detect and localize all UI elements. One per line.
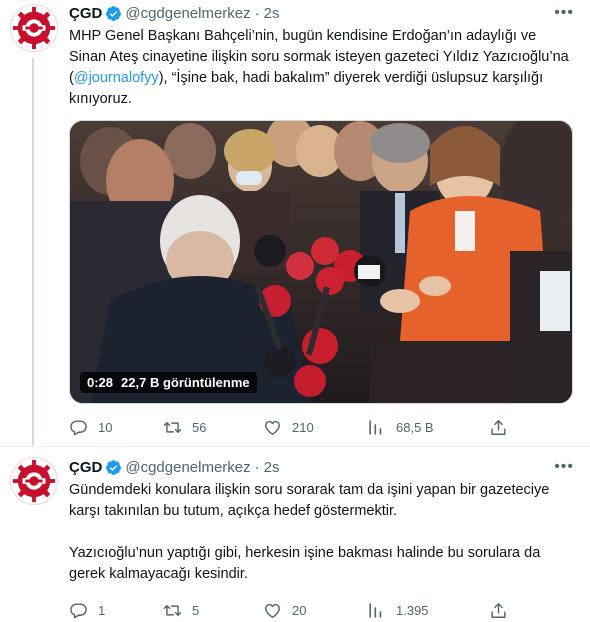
reply-icon: [69, 601, 88, 620]
share-button[interactable]: [489, 418, 518, 437]
display-name[interactable]: ÇGD: [69, 5, 102, 22]
avatar[interactable]: [10, 4, 58, 52]
views-button[interactable]: 68,5 B: [367, 418, 489, 437]
timestamp[interactable]: 2s: [264, 5, 280, 22]
reply-count: 1: [98, 602, 106, 618]
share-icon: [489, 418, 508, 437]
retweet-icon: [163, 601, 182, 620]
views-icon: [367, 418, 386, 437]
tweet-paragraph: Gündemdeki konulara ilişkin soru sorarak…: [69, 482, 550, 519]
views-button[interactable]: 1.395: [367, 601, 489, 620]
separator-dot: ·: [254, 4, 260, 22]
like-count: 210: [292, 419, 314, 435]
separator-dot: ·: [254, 458, 260, 476]
tweet-text: MHP Genel Başkanı Bahçeli’nin, bugün ken…: [69, 26, 576, 110]
views-icon: [367, 601, 386, 620]
user-handle[interactable]: @cgdgenelmerkez: [125, 459, 250, 476]
action-bar: 1 5 20 1.395: [69, 594, 576, 622]
verified-badge-icon: [105, 5, 122, 22]
retweet-count: 5: [192, 602, 200, 618]
view-count: 1.395: [396, 602, 429, 618]
like-icon: [263, 418, 282, 437]
like-icon: [263, 601, 282, 620]
verified-badge-icon: [105, 459, 122, 476]
tweet[interactable]: ÇGD @cgdgenelmerkez · 2s ••• MHP Genel B…: [0, 0, 590, 446]
retweet-button[interactable]: 5: [163, 601, 263, 620]
retweet-count: 56: [192, 419, 207, 435]
tweet[interactable]: ÇGD @cgdgenelmerkez · 2s ••• Gündemdeki …: [0, 446, 590, 622]
avatar[interactable]: [10, 457, 58, 505]
video-views: 22,7 B görüntülenme: [121, 375, 250, 390]
reply-button[interactable]: 10: [69, 418, 163, 437]
user-handle[interactable]: @cgdgenelmerkez: [125, 5, 250, 22]
retweet-icon: [163, 418, 182, 437]
like-count: 20: [292, 602, 307, 618]
action-bar: 10 56 210 68,5 B: [69, 411, 576, 443]
share-icon: [489, 601, 508, 620]
reply-count: 10: [98, 419, 113, 435]
tweet-paragraph: MHP Genel Başkanı Bahçeli’nin, bugün ken…: [69, 28, 569, 107]
video-player[interactable]: 0:28 22,7 B görüntülenme: [69, 120, 573, 404]
display-name[interactable]: ÇGD: [69, 459, 102, 476]
timestamp[interactable]: 2s: [264, 459, 280, 476]
video-duration: 0:28: [87, 375, 114, 390]
video-thumbnail: [70, 121, 572, 403]
tweet-text: Gündemdeki konulara ilişkin soru sorarak…: [69, 480, 576, 585]
reply-icon: [69, 418, 88, 437]
reply-button[interactable]: 1: [69, 601, 163, 620]
share-button[interactable]: [489, 601, 518, 620]
video-info-badge: 0:28 22,7 B görüntülenme: [80, 372, 257, 393]
thread-line: [32, 58, 34, 446]
view-count: 68,5 B: [396, 419, 434, 435]
retweet-button[interactable]: 56: [163, 418, 263, 437]
more-icon[interactable]: •••: [554, 458, 574, 476]
like-button[interactable]: 210: [263, 418, 367, 437]
cgd-logo-icon: [11, 458, 57, 504]
tweet-header: ÇGD @cgdgenelmerkez · 2s: [69, 2, 576, 24]
more-icon[interactable]: •••: [554, 4, 574, 22]
tweet-header: ÇGD @cgdgenelmerkez · 2s: [69, 456, 576, 478]
tweet-paragraph: Yazıcıoğlu’nun yaptığı gibi, herkesin iş…: [69, 545, 541, 582]
mention-link[interactable]: @journalofyy: [74, 70, 159, 86]
like-button[interactable]: 20: [263, 601, 367, 620]
cgd-logo-icon: [11, 5, 57, 51]
